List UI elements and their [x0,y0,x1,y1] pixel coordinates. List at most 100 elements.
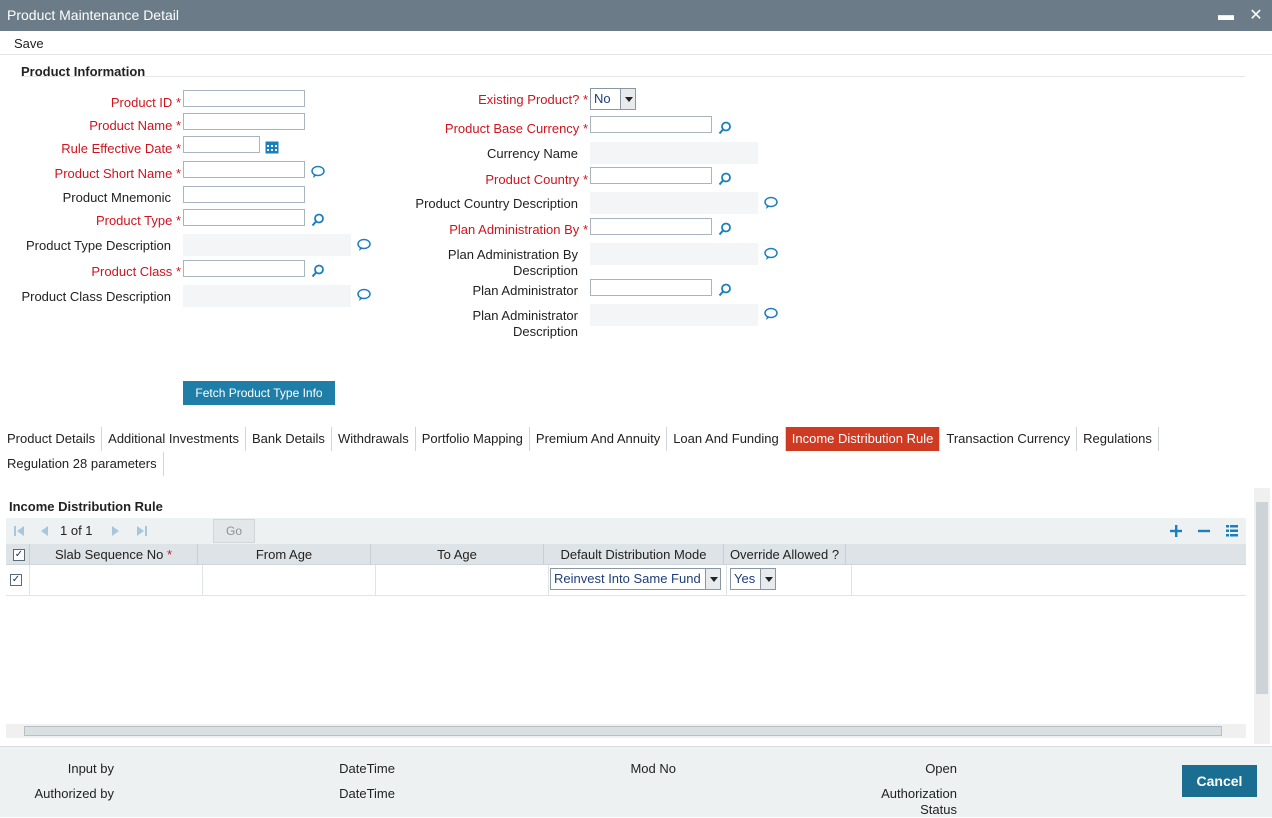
window-titlebar: Product Maintenance Detail ▬ ✕ [0,0,1272,31]
chevron-down-icon [705,569,720,589]
pager-text: 1 of 1 [60,523,93,538]
rule-effective-date-input[interactable] [183,136,260,153]
label-product-type-description: Product Type Description [26,238,171,253]
column-override-allowed: Override Allowed ? [724,544,846,565]
label-product-name: Product Name * [89,118,181,133]
horizontal-scrollbar[interactable] [6,724,1246,738]
search-icon[interactable] [311,213,325,227]
row-checkbox[interactable]: ✓ [10,574,22,586]
first-page-icon[interactable] [12,524,26,538]
tab-bank-details[interactable]: Bank Details [246,427,332,451]
slab-sequence-no-cell[interactable] [30,565,203,596]
comment-icon[interactable] [764,307,778,321]
comment-icon[interactable] [764,196,778,210]
add-row-icon[interactable] [1169,524,1183,538]
label-product-class: Product Class * [91,264,181,279]
tab-portfolio-mapping[interactable]: Portfolio Mapping [416,427,530,451]
row-select-cell: ✓ [6,565,30,596]
product-class-input[interactable] [183,260,305,277]
horizontal-scrollbar-thumb[interactable] [24,726,1222,736]
tab-withdrawals[interactable]: Withdrawals [332,427,416,451]
tab-additional-investments[interactable]: Additional Investments [102,427,246,451]
tab-product-details[interactable]: Product Details [1,427,103,451]
plan-administration-by-input[interactable] [590,218,712,235]
section-divider [21,76,1245,77]
plan-administrator-description-field [590,304,758,326]
select-all-cell: ✓ [6,544,30,565]
override-allowed-select[interactable]: Yes [730,568,776,590]
tab-regulation-28-parameters[interactable]: Regulation 28 parameters [1,452,164,476]
search-icon[interactable] [718,172,732,186]
label-product-type: Product Type * [95,213,181,228]
label-plan-administration-by-description: Plan Administration By Description [447,247,578,278]
chevron-down-icon [620,89,635,109]
tab-bar: Product Details Additional Investments B… [1,427,1159,451]
mod-no-label: Mod No [630,761,676,776]
column-from-age: From Age [198,544,371,565]
column-slab-sequence-no: Slab Sequence No * [30,544,198,565]
product-short-name-input[interactable] [183,161,305,178]
datetime-label-1: DateTime [339,761,395,776]
column-to-age: To Age [371,544,544,565]
table-row: ✓ Reinvest Into Same Fund Yes [6,565,1246,596]
default-distribution-mode-select[interactable]: Reinvest Into Same Fund [550,568,721,590]
tab-income-distribution-rule[interactable]: Income Distribution Rule [785,427,941,451]
plan-administrator-input[interactable] [590,279,712,296]
search-icon[interactable] [311,264,325,278]
next-page-icon[interactable] [109,524,123,538]
grid-header: ✓ Slab Sequence No * From Age To Age Def… [6,544,1246,565]
chevron-down-icon [760,569,775,589]
comment-icon[interactable] [311,165,325,179]
cancel-button[interactable]: Cancel [1182,765,1257,797]
product-country-input[interactable] [590,167,712,184]
existing-product-select[interactable]: No [590,88,636,110]
section-title-income-distribution-rule: Income Distribution Rule [9,499,163,514]
product-base-currency-input[interactable] [590,116,712,133]
tab-premium-and-annuity[interactable]: Premium And Annuity [530,427,668,451]
grid-toolbar: 1 of 1 Go [6,518,1246,544]
calendar-icon[interactable] [265,140,279,154]
label-product-country: Product Country * [485,172,588,187]
tab-regulations[interactable]: Regulations [1077,427,1159,451]
last-page-icon[interactable] [135,524,149,538]
authorization-status-label: Authorization Status [881,786,957,817]
label-plan-administrator-description: Plan Administrator Description [472,308,579,339]
list-view-icon[interactable] [1225,524,1239,538]
to-age-cell[interactable] [376,565,549,596]
save-button[interactable]: Save [14,36,44,51]
product-type-input[interactable] [183,209,305,226]
search-icon[interactable] [718,222,732,236]
label-product-id: Product ID * [110,95,181,110]
search-icon[interactable] [718,121,732,135]
authorized-by-label: Authorized by [34,786,115,801]
from-age-cell[interactable] [203,565,376,596]
vertical-scrollbar[interactable] [1254,488,1270,744]
comment-icon[interactable] [357,238,371,252]
previous-page-icon[interactable] [37,524,51,538]
fetch-product-type-info-button[interactable]: Fetch Product Type Info [183,381,335,405]
window-title: Product Maintenance Detail [7,7,179,23]
comment-icon[interactable] [764,247,778,261]
delete-row-icon[interactable] [1197,524,1211,538]
search-icon[interactable] [718,283,732,297]
label-existing-product: Existing Product? * [478,92,588,107]
menu-bar: Save [0,31,1272,55]
vertical-scrollbar-thumb[interactable] [1256,502,1268,694]
input-by-label: Input by [67,761,114,776]
select-all-checkbox[interactable]: ✓ [13,549,25,561]
label-product-class-description: Product Class Description [21,289,171,304]
tab-loan-and-funding[interactable]: Loan And Funding [667,427,786,451]
product-mnemonic-input[interactable] [183,186,305,203]
tab-transaction-currency[interactable]: Transaction Currency [940,427,1078,451]
close-icon[interactable]: ✕ [1245,0,1267,31]
product-name-input[interactable] [183,113,305,130]
product-id-input[interactable] [183,90,305,107]
product-country-description-field [590,192,758,214]
plan-administration-by-description-field [590,243,758,265]
minimize-icon[interactable]: ▬ [1215,0,1237,31]
comment-icon[interactable] [357,288,371,302]
label-plan-administration-by: Plan Administration By * [449,222,588,237]
go-button[interactable]: Go [213,519,255,543]
label-plan-administrator: Plan Administrator [472,283,579,298]
label-product-country-description: Product Country Description [415,196,578,211]
